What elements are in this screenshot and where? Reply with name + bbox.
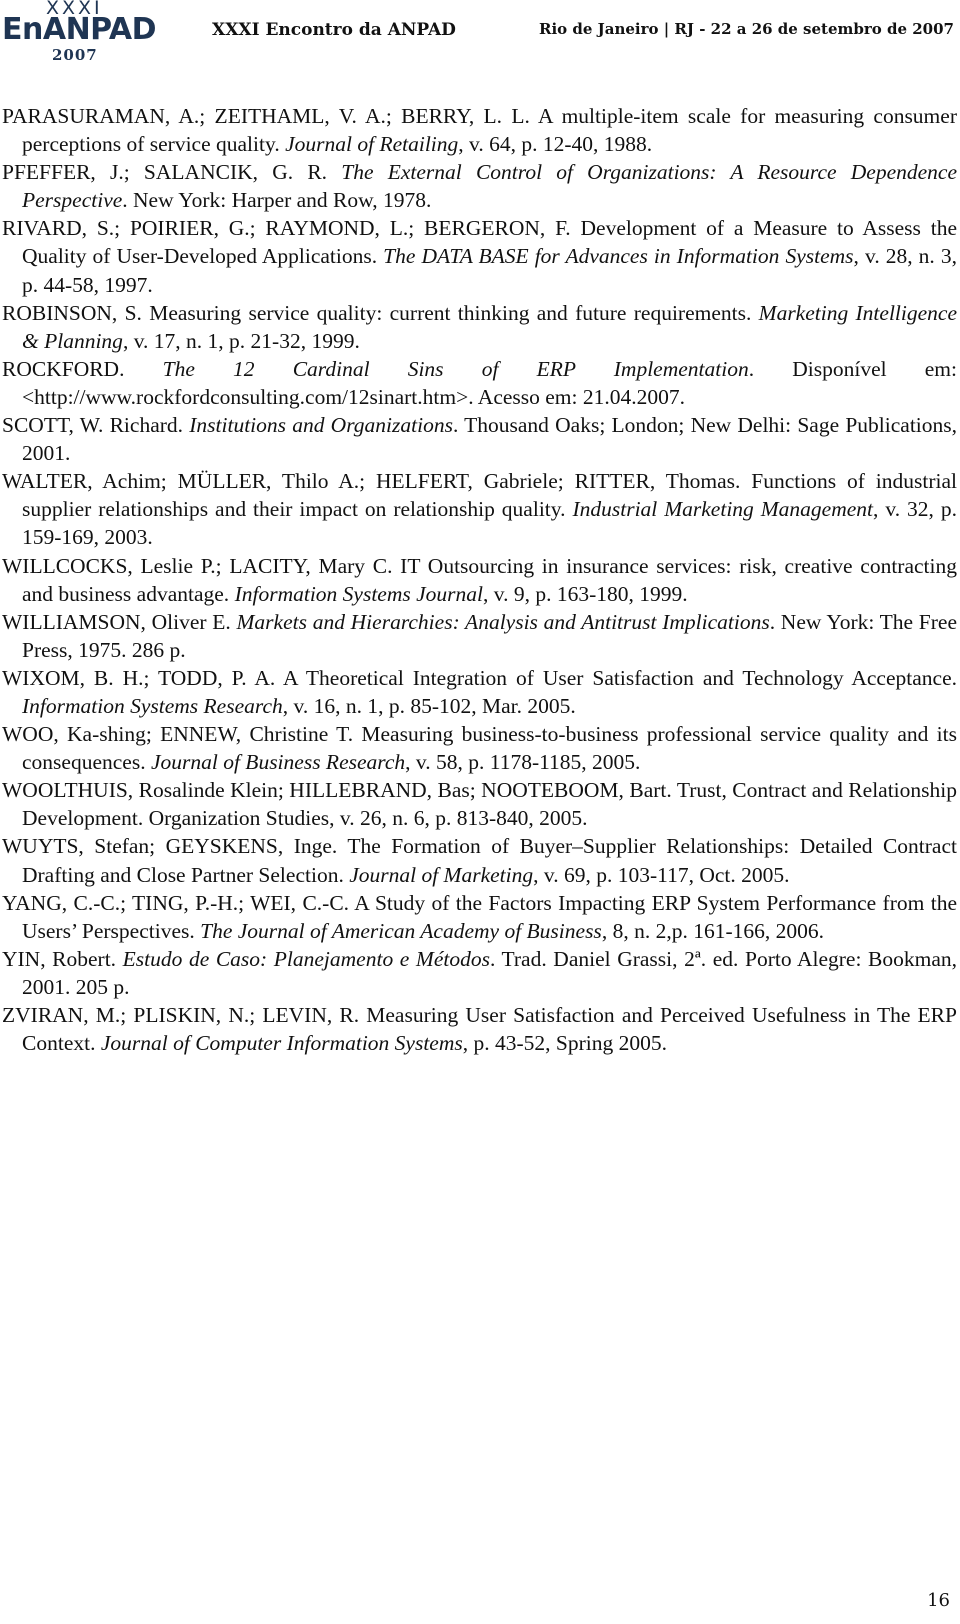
reference-source: Information Systems Research <box>22 693 283 718</box>
reference-entry: WOO, Ka-shing; ENNEW, Christine T. Measu… <box>2 720 957 776</box>
reference-source: Markets and Hierarchies: Analysis and An… <box>236 609 770 634</box>
reference-details: , v. 64, p. 12-40, 1988. <box>458 132 653 157</box>
reference-details: , v. 69, p. 103-117, Oct. 2005. <box>533 862 790 887</box>
event-title: XXXI Encontro da ANPAD <box>212 20 456 40</box>
reference-source: The DATA BASE for Advances in Informatio… <box>383 244 854 269</box>
reference-entry: SCOTT, W. Richard. Institutions and Orga… <box>2 411 957 467</box>
reference-text: ROCKFORD. <box>2 356 163 381</box>
reference-entry: YIN, Robert. Estudo de Caso: Planejament… <box>2 945 957 1001</box>
event-location: Rio de Janeiro | RJ - 22 a 26 de setembr… <box>539 20 954 38</box>
enanpad-logo: XXXI EnANPAD 2007 <box>2 0 157 66</box>
reference-source: Institutions and Organizations <box>189 413 453 438</box>
reference-source: Industrial Marketing Management <box>572 497 874 522</box>
reference-source: Information Systems Journal <box>234 581 483 606</box>
reference-entry: WUYTS, Stefan; GEYSKENS, Inge. The Forma… <box>2 832 957 888</box>
reference-text: PFEFFER, J.; SALANCIK, G. R. <box>2 160 342 185</box>
reference-text: ROBINSON, S. Measuring service quality: … <box>2 300 759 325</box>
reference-entry: WIXOM, B. H.; TODD, P. A. A Theoretical … <box>2 664 957 720</box>
reference-text: SCOTT, W. Richard. <box>2 413 190 438</box>
reference-entry: PARASURAMAN, A.; ZEITHAML, V. A.; BERRY,… <box>2 102 957 158</box>
reference-source: The Journal of American Academy of Busin… <box>200 918 602 943</box>
reference-details: . New York: Harper and Row, 1978. <box>122 188 432 213</box>
reference-source: Journal of Retailing <box>285 132 459 157</box>
reference-entry: ROCKFORD. The 12 Cardinal Sins of ERP Im… <box>2 355 957 411</box>
logo-name: EnANPAD <box>2 12 157 47</box>
reference-entry: RIVARD, S.; POIRIER, G.; RAYMOND, L.; BE… <box>2 214 957 298</box>
reference-entry: PFEFFER, J.; SALANCIK, G. R. The Externa… <box>2 158 957 214</box>
reference-source: Journal of Business Research <box>150 750 406 775</box>
reference-details: , p. 43-52, Spring 2005. <box>462 1031 667 1056</box>
reference-entry: YANG, C.-C.; TING, P.-H.; WEI, C.-C. A S… <box>2 889 957 945</box>
reference-entry: ROBINSON, S. Measuring service quality: … <box>2 299 957 355</box>
reference-entry: WILLIAMSON, Oliver E. Markets and Hierar… <box>2 608 957 664</box>
reference-source: Journal of Computer Information Systems <box>100 1031 463 1056</box>
reference-source: The 12 Cardinal Sins of ERP Implementati… <box>162 356 749 381</box>
reference-details: , 8, n. 2,p. 161-166, 2006. <box>601 918 824 943</box>
page-number: 16 <box>927 1590 950 1611</box>
reference-entry: WILLCOCKS, Leslie P.; LACITY, Mary C. IT… <box>2 552 957 608</box>
reference-list: PARASURAMAN, A.; ZEITHAML, V. A.; BERRY,… <box>2 102 957 1057</box>
reference-details: , v. 17, n. 1, p. 21-32, 1999. <box>122 328 360 353</box>
reference-text: WIXOM, B. H.; TODD, P. A. A Theoretical … <box>2 665 957 690</box>
page-header: XXXI EnANPAD 2007 XXXI Encontro da ANPAD… <box>0 0 960 70</box>
reference-entry: WOOLTHUIS, Rosalinde Klein; HILLEBRAND, … <box>2 776 957 832</box>
reference-source: Journal of Marketing <box>349 862 534 887</box>
logo-year: 2007 <box>52 46 98 64</box>
reference-source: Estudo de Caso: Planejamento e Métodos <box>122 946 490 971</box>
reference-details: , v. 9, p. 163-180, 1999. <box>483 581 688 606</box>
reference-text: YIN, Robert. <box>2 946 123 971</box>
reference-details: , v. 16, n. 1, p. 85-102, Mar. 2005. <box>282 693 576 718</box>
reference-entry: ZVIRAN, M.; PLISKIN, N.; LEVIN, R. Measu… <box>2 1001 957 1057</box>
reference-text: WOOLTHUIS, Rosalinde Klein; HILLEBRAND, … <box>2 778 957 831</box>
reference-entry: WALTER, Achim; MÜLLER, Thilo A.; HELFERT… <box>2 467 957 551</box>
reference-details: , v. 58, p. 1178-1185, 2005. <box>405 750 641 775</box>
reference-text: WILLIAMSON, Oliver E. <box>2 609 237 634</box>
